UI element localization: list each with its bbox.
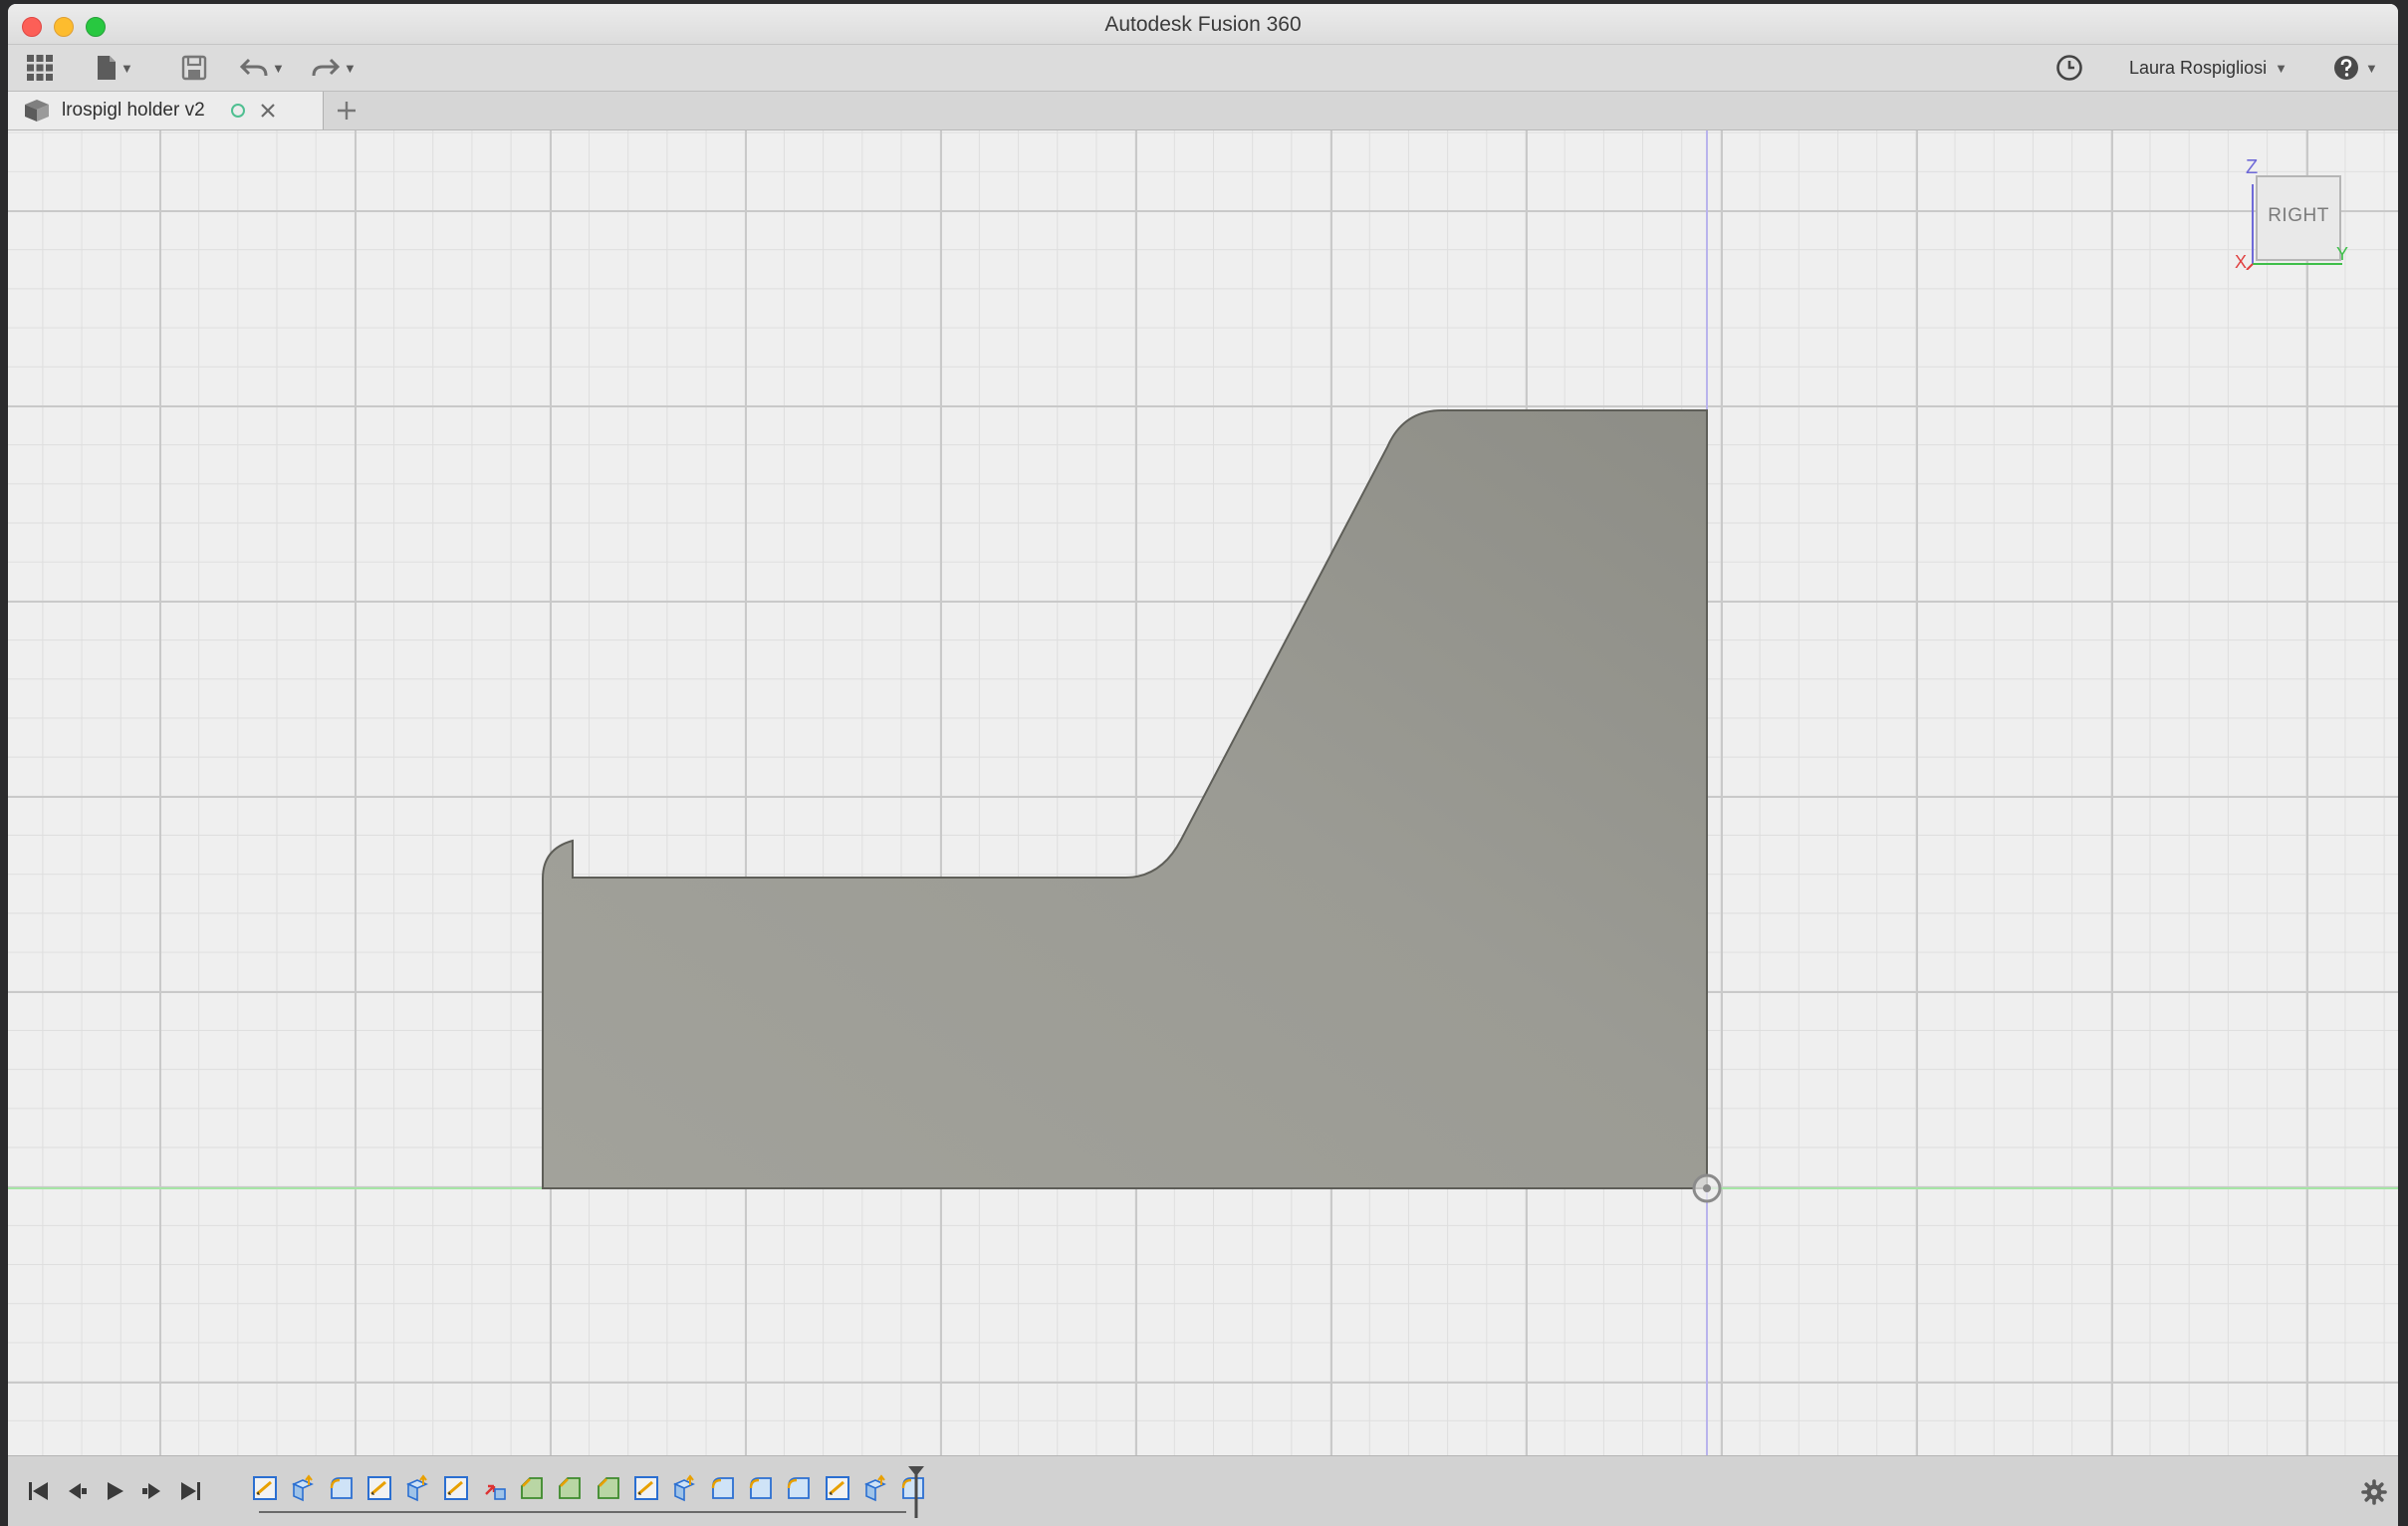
model-canvas: [8, 130, 2398, 1455]
grid-icon: [27, 55, 53, 81]
help-menu-button[interactable]: ▼: [2332, 53, 2378, 83]
undo-icon: [239, 58, 268, 77]
window-title: Autodesk Fusion 360: [1104, 13, 1302, 36]
chevron-down-icon: ▼: [272, 60, 285, 76]
app-window: Autodesk Fusion 360 ▼ ▼ ▼ Laura Rospigli…: [8, 4, 2398, 1526]
user-name: Laura Rospigliosi: [2129, 57, 2268, 78]
play-button[interactable]: [100, 1476, 129, 1506]
origin-point[interactable]: [1692, 1173, 1722, 1203]
document-tab-label: lrospigl holder v2: [62, 100, 205, 121]
plus-icon: [338, 102, 356, 120]
timeline-track: [259, 1511, 906, 1513]
quick-access-toolbar: ▼ ▼ ▼ Laura Rospigliosi ▼ ▼: [8, 45, 2398, 92]
step-back-icon: [69, 1483, 87, 1499]
play-icon: [108, 1482, 123, 1500]
new-tab-button[interactable]: [333, 97, 361, 125]
job-status-button[interactable]: [2055, 53, 2083, 83]
skip-to-end-button[interactable]: [175, 1476, 205, 1506]
chevron-down-icon: ▼: [120, 60, 133, 76]
timeline-bar: [8, 1455, 2398, 1526]
axis-y-label: Y: [2336, 244, 2349, 264]
axis-z-label: Z: [2246, 156, 2259, 178]
file-icon: [98, 56, 116, 80]
chevron-down-icon: ▼: [2365, 60, 2378, 76]
chevron-down-icon: ▼: [344, 60, 357, 76]
clock-icon: [2056, 55, 2082, 81]
canvas-viewport[interactable]: RIGHT Z X Y: [8, 130, 2398, 1455]
help-icon: [2334, 56, 2358, 80]
chevron-down-icon: ▼: [2275, 60, 2288, 76]
circle-icon: [230, 104, 245, 118]
gear-icon: [2361, 1479, 2387, 1505]
step-forward-icon: [142, 1483, 160, 1499]
skip-to-start-icon: [29, 1482, 48, 1500]
undo-button[interactable]: ▼: [239, 53, 285, 83]
data-panel-button[interactable]: [26, 53, 54, 83]
title-bar: Autodesk Fusion 360: [8, 4, 2398, 45]
save-icon: [181, 55, 207, 81]
user-menu[interactable]: Laura Rospigliosi ▼: [2129, 53, 2288, 83]
document-tab[interactable]: lrospigl holder v2: [8, 92, 324, 129]
part-profile[interactable]: [542, 409, 1708, 1189]
viewcube[interactable]: RIGHT Z X Y: [2235, 156, 2349, 272]
document-tab-bar: lrospigl holder v2: [8, 92, 2398, 130]
viewcube-face-label[interactable]: RIGHT: [2257, 205, 2340, 227]
component-icon: [25, 100, 49, 122]
close-icon[interactable]: [259, 102, 277, 120]
step-forward-button[interactable]: [137, 1476, 167, 1506]
skip-to-end-icon: [181, 1482, 200, 1500]
axis-x-label: X: [2235, 252, 2248, 272]
step-back-button[interactable]: [62, 1476, 92, 1506]
save-button[interactable]: [181, 53, 207, 83]
timeline-settings-button[interactable]: [2360, 1478, 2388, 1506]
file-menu-button[interactable]: ▼: [96, 53, 133, 83]
redo-button[interactable]: ▼: [311, 53, 357, 83]
timeline-marker[interactable]: [906, 1456, 926, 1526]
skip-to-start-button[interactable]: [24, 1476, 54, 1506]
redo-icon: [312, 58, 341, 77]
